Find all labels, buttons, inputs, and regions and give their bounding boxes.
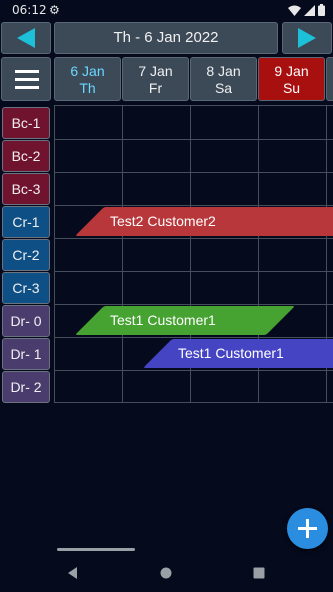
day-header-7-jan[interactable]: 7 Jan Fr [122,57,189,101]
current-date-button[interactable]: Th - 6 Jan 2022 [54,22,278,54]
room-label-dr-2[interactable]: Dr- 2 [2,371,50,403]
gesture-handle[interactable] [57,548,135,551]
back-icon[interactable] [66,566,80,580]
day-weekday: Th [79,80,96,96]
booking-label: Test1 Customer1 [110,312,216,328]
day-weekday: Sa [214,80,233,96]
room-label-cr-3[interactable]: Cr-3 [2,272,50,304]
status-time: 06:12 [12,3,47,17]
booking-bar[interactable]: Test2 Customer2 [75,207,333,236]
room-label-dr-0[interactable]: Dr- 0 [2,305,50,337]
room-label-cr-2[interactable]: Cr-2 [2,239,50,271]
settings-icon: ⚙ [49,3,60,17]
status-icons [288,4,325,16]
day-date: 9 Jan [274,63,309,79]
booking-bar[interactable]: Test1 Customer1 [143,339,333,368]
day-header-8-jan[interactable]: 8 Jan Sa [190,57,257,101]
day-weekday: Fr [148,80,163,96]
wifi-icon [288,5,301,16]
day-date: 8 Jan [206,63,241,79]
room-label-bc-1[interactable]: Bc-1 [2,107,50,139]
day-weekday: Su [282,80,301,96]
booking-label: Test2 Customer2 [110,213,216,229]
battery-icon [318,4,325,16]
next-day-button[interactable] [282,22,332,54]
booking-label: Test1 Customer1 [178,345,284,361]
prev-day-button[interactable] [1,22,51,54]
room-label-bc-3[interactable]: Bc-3 [2,173,50,205]
booking-bar[interactable]: Test1 Customer1 [75,306,295,335]
room-label-cr-1[interactable]: Cr-1 [2,206,50,238]
status-bar: 06:12 ⚙ [0,0,333,20]
day-date: 7 Jan [138,63,173,79]
day-header-next[interactable] [326,57,333,101]
room-label-dr-1[interactable]: Dr- 1 [2,338,50,370]
menu-button[interactable] [1,57,51,101]
arrow-right-icon [298,28,316,48]
day-header-6-jan[interactable]: 6 Jan Th [54,57,121,101]
add-booking-button[interactable] [287,508,328,549]
recents-icon[interactable] [252,566,266,580]
signal-icon [304,4,315,16]
room-label-bc-2[interactable]: Bc-2 [2,140,50,172]
day-header-9-jan[interactable]: 9 Jan Su [258,57,325,101]
day-date: 6 Jan [70,63,105,79]
home-icon[interactable] [159,566,173,580]
arrow-left-icon [17,28,35,48]
